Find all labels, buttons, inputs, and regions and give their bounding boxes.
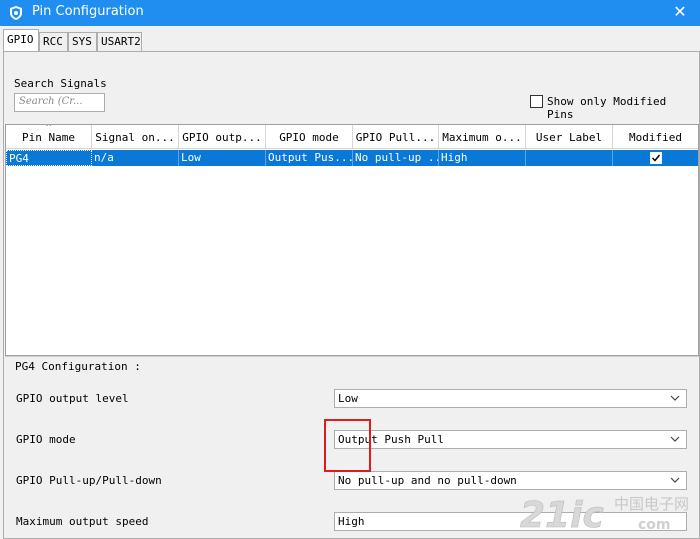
column-header[interactable]: User Label	[526, 125, 613, 149]
cell-output-level[interactable]: Low	[179, 150, 266, 166]
title-bar: Pin Configuration ✕	[0, 0, 700, 26]
checkmark-icon	[651, 154, 661, 162]
sort-up-icon: ^	[46, 125, 52, 133]
window-title: Pin Configuration	[32, 4, 144, 19]
table-header: ^ Pin Name Signal on... GPIO outp... GPI…	[6, 125, 698, 149]
column-header[interactable]: GPIO outp...	[179, 125, 266, 149]
search-input[interactable]: Search (Cr...	[14, 93, 105, 112]
show-modified-checkbox[interactable]	[530, 95, 543, 108]
max-speed-value: High	[338, 515, 365, 528]
cell-signal[interactable]: n/a	[92, 150, 179, 166]
svg-text:21ic: 21ic	[520, 495, 604, 536]
config-title: PG4 Configuration :	[13, 360, 143, 373]
close-button[interactable]: ✕	[660, 0, 700, 26]
cell-pull[interactable]: No pull-up ...	[353, 150, 439, 166]
output-level-select[interactable]: Low	[334, 389, 687, 408]
output-level-label: GPIO output level	[16, 392, 129, 405]
tab-bar: GPIO RCC SYS USART2	[0, 26, 700, 52]
column-header[interactable]: Signal on...	[92, 125, 179, 149]
cell-max-speed[interactable]: High	[439, 150, 526, 166]
column-header[interactable]: GPIO mode	[266, 125, 353, 149]
tab-rcc[interactable]: RCC	[39, 32, 68, 51]
cell-gpio-mode[interactable]: Output Pus...	[266, 150, 353, 166]
shield-icon	[10, 6, 22, 20]
column-header[interactable]: Maximum o...	[439, 125, 526, 149]
svg-text:com: com	[638, 517, 671, 533]
column-header[interactable]: ^ Pin Name	[6, 125, 92, 149]
modified-checkbox[interactable]	[650, 152, 662, 164]
output-level-value: Low	[338, 392, 358, 405]
gpio-mode-label: GPIO mode	[16, 433, 76, 446]
gpio-mode-select[interactable]: Output Push Pull	[334, 430, 687, 449]
chevron-down-icon	[670, 477, 680, 483]
chevron-down-icon	[670, 436, 680, 442]
highlight-box	[324, 419, 371, 472]
gpio-panel: Search Signals Search (Cr... Show only M…	[3, 51, 700, 539]
chevron-down-icon	[670, 395, 680, 401]
cell-pin-name[interactable]: PG4	[6, 150, 92, 166]
show-modified-label: Show only Modified Pins	[547, 95, 667, 121]
cell-user-label[interactable]	[526, 150, 613, 166]
tab-gpio[interactable]: GPIO	[3, 29, 39, 51]
tab-sys[interactable]: SYS	[68, 32, 97, 51]
tab-usart2[interactable]: USART2	[97, 32, 142, 51]
watermark-logo: 21ic 中国电子网 com	[520, 495, 689, 537]
column-header[interactable]: GPIO Pull...	[353, 125, 439, 149]
svg-text:中国电子网: 中国电子网	[614, 495, 689, 513]
table-row[interactable]: PG4 n/a Low Output Pus... No pull-up ...…	[6, 150, 698, 166]
search-label: Search Signals	[14, 77, 107, 90]
max-speed-label: Maximum output speed	[16, 515, 149, 528]
column-header[interactable]: Modified	[613, 125, 698, 149]
pull-value: No pull-up and no pull-down	[338, 474, 517, 487]
pin-table: ^ Pin Name Signal on... GPIO outp... GPI…	[5, 124, 699, 356]
pull-label: GPIO Pull-up/Pull-down	[16, 474, 162, 487]
